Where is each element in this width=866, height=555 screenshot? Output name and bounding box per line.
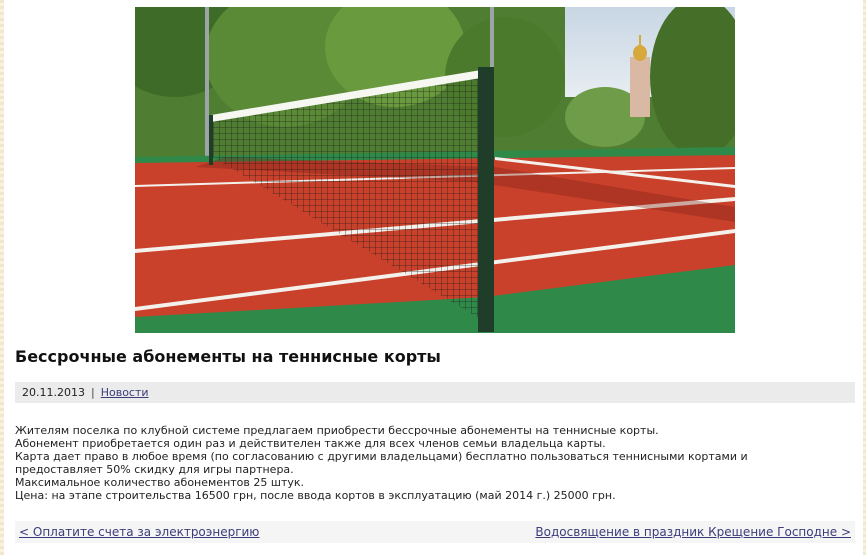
post-body: Жителям поселка по клубной системе предл…	[15, 424, 835, 502]
post-paragraph: Карта дает право в любое время (по согла…	[15, 450, 748, 476]
next-post-link[interactable]: Водосвящение в праздник Крещение Господн…	[535, 525, 851, 539]
left-decorative-border	[0, 0, 4, 555]
post-paragraph: Абонемент приобретается один раз и дейст…	[15, 437, 606, 450]
post-navigation: < Оплатите счета за электроэнергию Водос…	[15, 521, 855, 543]
post-paragraph: Цена: на этапе строительства 16500 грн, …	[15, 489, 616, 502]
tennis-court-photo	[135, 7, 735, 333]
category-link[interactable]: Новости	[101, 386, 149, 399]
meta-separator: |	[90, 386, 95, 399]
post-meta-bar: 20.11.2013 | Новости	[15, 382, 855, 403]
post-title: Бессрочные абонементы на теннисные корты	[15, 347, 441, 366]
post-paragraph: Максимальное количество абонементов 25 ш…	[15, 476, 305, 489]
post-paragraph: Жителям поселка по клубной системе предл…	[15, 424, 659, 437]
post-date: 20.11.2013	[22, 386, 85, 399]
previous-post-link[interactable]: < Оплатите счета за электроэнергию	[19, 525, 259, 539]
